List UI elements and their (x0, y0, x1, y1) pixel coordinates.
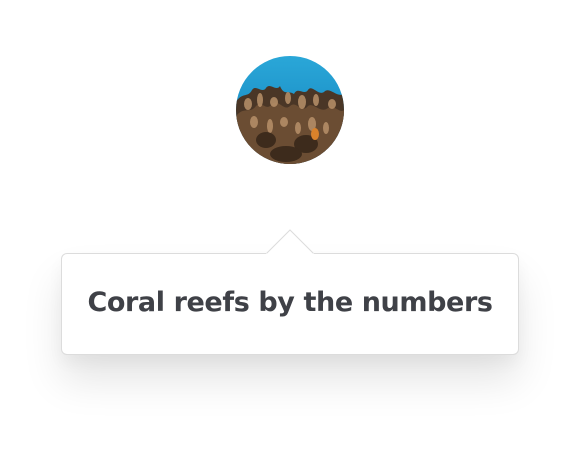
coral-reef-avatar[interactable] (236, 56, 344, 164)
tooltip-title: Coral reefs by the numbers (87, 287, 493, 318)
coral-reef-image (236, 56, 344, 164)
tooltip-card: Coral reefs by the numbers (61, 253, 519, 355)
tooltip-arrow (266, 229, 314, 255)
popover-stage: Coral reefs by the numbers (0, 0, 582, 458)
